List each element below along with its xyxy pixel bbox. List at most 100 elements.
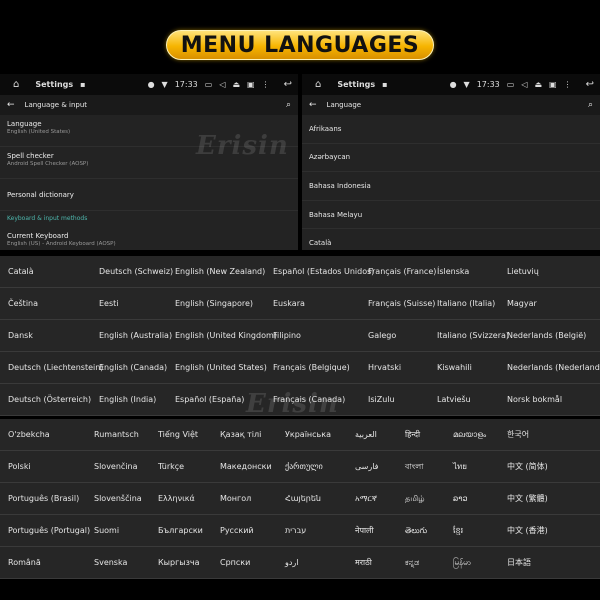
language-option[interactable]: English (Canada) [99, 352, 167, 384]
language-option[interactable]: Hrvatski [368, 352, 401, 384]
language-option[interactable]: Ελληνικά [158, 483, 195, 515]
back-icon[interactable]: ← [309, 100, 317, 110]
camera-icon[interactable]: ▭ [205, 80, 213, 89]
language-item[interactable]: Català [302, 229, 600, 250]
language-option[interactable]: Rumantsch [94, 419, 139, 451]
language-option[interactable]: English (New Zealand) [175, 256, 265, 288]
language-option[interactable]: Español (Estados Unidos) [273, 256, 374, 288]
language-option[interactable]: Magyar [507, 288, 537, 320]
language-option[interactable]: Français (Suisse) [368, 288, 435, 320]
language-option[interactable]: English (United States) [175, 352, 267, 384]
language-option[interactable]: Қазақ тілі [220, 419, 261, 451]
volume-icon[interactable]: ◁ [219, 80, 225, 89]
home-icon[interactable]: ⌂ [315, 79, 321, 90]
language-option[interactable]: Lietuvių [507, 256, 539, 288]
language-option[interactable]: Eesti [99, 288, 119, 320]
language-option[interactable]: Français (France) [368, 256, 436, 288]
language-option[interactable]: Svenska [94, 547, 127, 579]
screen-icon[interactable]: ▣ [549, 80, 557, 89]
language-option[interactable]: فارسی [355, 451, 379, 483]
language-option[interactable]: Polski [8, 451, 31, 483]
language-option[interactable]: English (Australia) [99, 320, 172, 352]
language-option[interactable]: Latviešu [437, 384, 471, 416]
language-option[interactable]: বাংলা [405, 451, 424, 483]
language-option[interactable]: العربية [355, 419, 377, 451]
language-option[interactable]: မြန်မာ [453, 547, 471, 579]
language-item[interactable]: Afrikaans [302, 115, 600, 144]
language-option[interactable]: English (India) [99, 384, 156, 416]
language-option[interactable]: Italiano (Italia) [437, 288, 495, 320]
language-option[interactable]: ខ្មែរ [453, 515, 463, 547]
language-option[interactable]: Português (Portugal) [8, 515, 90, 547]
language-option[interactable]: Čeština [8, 288, 38, 320]
setting-spell-checker[interactable]: Spell checker Android Spell Checker (AOS… [0, 147, 298, 179]
language-option[interactable]: Slovenčina [94, 451, 138, 483]
language-option[interactable]: 한국어 [507, 419, 529, 451]
language-option[interactable]: Norsk bokmål [507, 384, 562, 416]
search-icon[interactable]: ⌕ [588, 100, 593, 110]
language-option[interactable]: Кыргызча [158, 547, 199, 579]
language-item[interactable]: Azərbaycan [302, 144, 600, 173]
back-arrow-icon[interactable]: ↩ [284, 79, 292, 90]
language-option[interactable]: Català [8, 256, 34, 288]
language-option[interactable]: தமிழ் [405, 483, 425, 515]
language-option[interactable]: IsiZulu [368, 384, 395, 416]
language-option[interactable]: Kiswahili [437, 352, 472, 384]
language-option[interactable]: Italiano (Svizzera) [437, 320, 509, 352]
language-option[interactable]: Српски [220, 547, 250, 579]
language-option[interactable]: हिन्दी [405, 419, 420, 451]
language-option[interactable]: Nederlands (België) [507, 320, 586, 352]
language-option[interactable]: Български [158, 515, 203, 547]
back-icon[interactable]: ← [7, 100, 15, 110]
language-option[interactable]: Suomi [94, 515, 119, 547]
language-option[interactable]: ລາວ [453, 483, 468, 515]
language-option[interactable]: Türkçe [158, 451, 184, 483]
menu-dots-icon[interactable]: ⋮ [564, 80, 572, 89]
language-option[interactable]: 中文 (香港) [507, 515, 548, 547]
language-option[interactable]: Euskara [273, 288, 305, 320]
language-option[interactable]: తెలుగు [405, 515, 427, 547]
language-option[interactable]: O'zbekcha [8, 419, 50, 451]
search-icon[interactable]: ⌕ [286, 100, 291, 110]
language-item[interactable]: Bahasa Indonesia [302, 172, 600, 201]
language-option[interactable]: ಕನ್ನಡ [405, 547, 419, 579]
language-option[interactable]: Dansk [8, 320, 33, 352]
language-option[interactable]: Tiếng Việt [158, 419, 198, 451]
language-option[interactable]: עברית [285, 515, 306, 547]
language-option[interactable]: ไทย [453, 451, 467, 483]
language-option[interactable]: Deutsch (Österreich) [8, 384, 91, 416]
language-option[interactable]: አማርኛ [355, 483, 377, 515]
language-option[interactable]: 中文 (简体) [507, 451, 548, 483]
language-option[interactable]: Français (Belgique) [273, 352, 350, 384]
screen-icon[interactable]: ▣ [247, 80, 255, 89]
language-option[interactable]: മലയാളം [453, 419, 486, 451]
home-icon[interactable]: ⌂ [13, 79, 19, 90]
language-option[interactable]: Română [8, 547, 41, 579]
menu-dots-icon[interactable]: ⋮ [262, 80, 270, 89]
language-option[interactable]: Português (Brasil) [8, 483, 79, 515]
language-option[interactable]: Íslenska [437, 256, 469, 288]
language-option[interactable]: Deutsch (Schweiz) [99, 256, 173, 288]
language-option[interactable]: Español (España) [175, 384, 244, 416]
volume-icon[interactable]: ◁ [521, 80, 527, 89]
eject-icon[interactable]: ⏏ [232, 80, 240, 89]
language-option[interactable]: Deutsch (Liechtenstein) [8, 352, 103, 384]
language-option[interactable]: Русский [220, 515, 254, 547]
language-option[interactable]: Nederlands (Nederland) [507, 352, 600, 384]
language-option[interactable]: Filipino [273, 320, 301, 352]
language-option[interactable]: Українська [285, 419, 331, 451]
camera-icon[interactable]: ▭ [507, 80, 515, 89]
language-option[interactable]: नेपाली [355, 515, 374, 547]
setting-current-keyboard[interactable]: Current Keyboard English (US) - Android … [0, 227, 298, 250]
back-arrow-icon[interactable]: ↩ [586, 79, 594, 90]
language-option[interactable]: Монгол [220, 483, 251, 515]
language-option[interactable]: ქართული [285, 451, 323, 483]
language-option[interactable]: 中文 (繁體) [507, 483, 548, 515]
language-option[interactable]: मराठी [355, 547, 372, 579]
language-item[interactable]: Bahasa Melayu [302, 201, 600, 230]
language-option[interactable]: English (Singapore) [175, 288, 253, 320]
language-option[interactable]: English (United Kingdom) [175, 320, 277, 352]
language-option[interactable]: Galego [368, 320, 396, 352]
language-option[interactable]: Հայերեն [285, 483, 321, 515]
language-option[interactable]: Македонски [220, 451, 272, 483]
